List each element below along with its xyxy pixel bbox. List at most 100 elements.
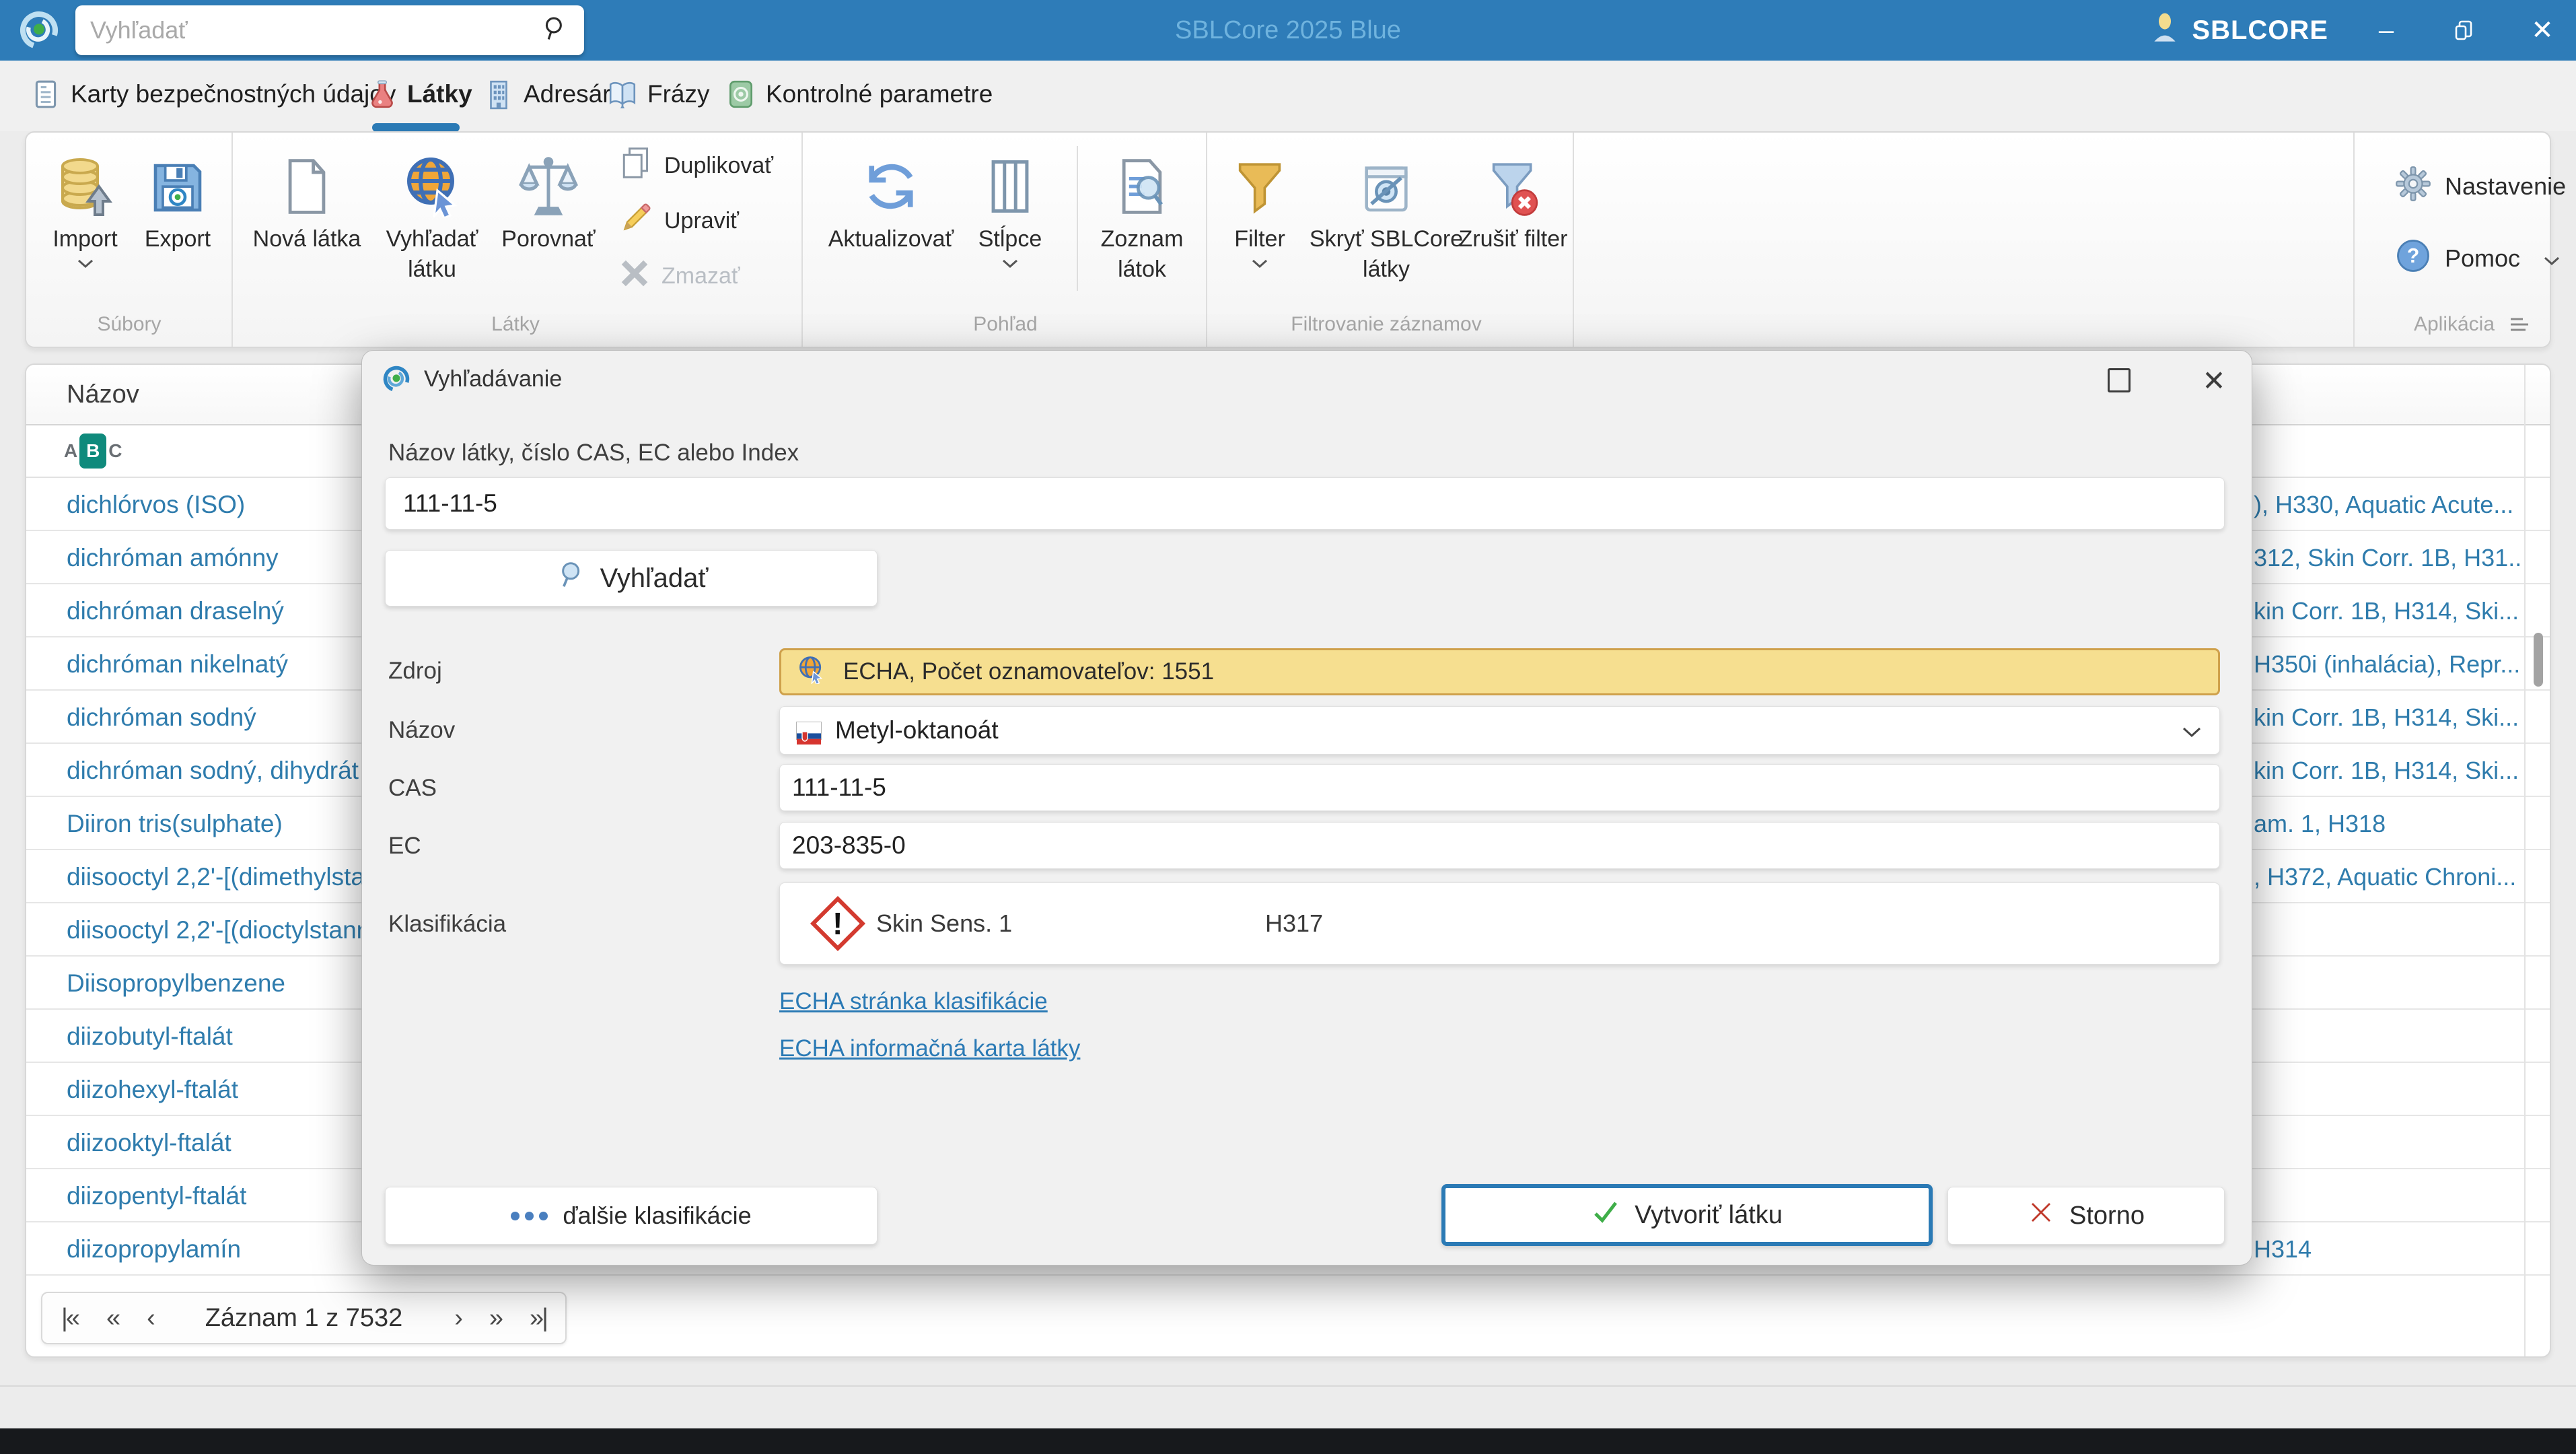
app-logo-icon [17,9,61,52]
export-button[interactable]: Export [127,147,228,254]
minimize-button[interactable]: – [2366,10,2406,50]
substance-name: diisooctyl 2,2'-[(dioctylstannyle [67,915,402,944]
filter-button[interactable]: Filter [1209,147,1310,273]
import-button[interactable]: Import [30,147,141,273]
first-page-button[interactable]: |« [61,1304,80,1333]
list-search-icon [1111,147,1173,217]
columns-button[interactable]: Stĺpce [950,147,1071,273]
global-search-input[interactable] [90,16,540,44]
more-dots-icon [511,1211,548,1220]
ribbon-button-label: Aktualizovať [828,226,954,252]
tab-label: Adresár [524,80,611,108]
substance-name: dichróman sodný, dihydrát [67,756,359,784]
tab-kontrolne-parametre[interactable]: Kontrolné parametre [725,61,993,128]
control-parameters-icon [725,79,756,110]
tab-karty-bezpecnostnych-udajov[interactable]: Karty bezpečnostných údajov [30,61,396,128]
substance-name: diizopropylamín [67,1235,242,1263]
abc-filter-icon: ABC [64,434,122,469]
nazov-label: Názov [388,717,456,743]
export-icon [148,147,207,217]
svg-text:?: ? [2407,245,2420,267]
name-dropdown[interactable]: Metyl-oktanoát [779,706,2220,755]
new-substance-button[interactable]: Nová látka [229,147,384,254]
source-result-field[interactable]: ECHA, Počet oznamovateľov: 1551 [779,648,2220,695]
hide-sblcore-substances-button[interactable]: Skryť SBLCore látky [1299,147,1474,285]
group-separator [1206,133,1207,347]
status-divider [0,1385,2576,1387]
clear-filter-icon [1484,147,1543,217]
ribbon-button-label: Import [52,226,118,252]
balance-scale-icon [517,147,579,217]
echa-infocard-link[interactable]: ECHA informačná karta látky [779,1035,1080,1062]
more-classifications-button[interactable]: ďalšie klasifikácie [385,1187,878,1245]
button-label: ďalšie klasifikácie [563,1202,752,1229]
hidden-eye-icon [1357,147,1416,217]
dialog-launcher-icon[interactable] [2509,316,2530,337]
dialog-close-button[interactable]: ✕ [2194,360,2234,401]
screen-bottom-bar [0,1428,2576,1454]
vertical-scrollbar[interactable] [2534,633,2543,687]
ec-input[interactable] [780,831,2219,860]
cancel-button[interactable]: Storno [1947,1187,2225,1245]
pencil-icon [618,201,653,242]
close-button[interactable]: ✕ [2522,10,2563,50]
search-term-input[interactable] [386,489,2224,518]
ribbon-button-label: Nastavenie [2445,172,2567,200]
substance-name: dichlórvos (ISO) [67,490,246,518]
clear-filter-button[interactable]: Zrušiť filter [1454,147,1572,254]
next-page-button[interactable]: › [454,1304,463,1333]
search-term-field[interactable] [385,477,2225,530]
group-label-pohlad: Pohľad [973,313,1038,335]
group-separator [1573,133,1574,347]
classification-fragment: kin Corr. 1B, H314, Ski... [2254,703,2519,731]
group-label-aplikacia: Aplikácia [2413,313,2495,335]
button-label: Vytvoriť látku [1635,1200,1783,1229]
klasifikacia-label: Klasifikácia [388,911,507,937]
fast-next-button[interactable]: » [489,1304,503,1333]
classification-fragment [2254,957,2523,1010]
classification-fragment [2254,1063,2523,1116]
cas-field[interactable] [779,764,2220,811]
book-icon [607,79,638,110]
classification-fragment: H350i (inhalácia), Repr... [2254,650,2521,678]
dialog-maximize-button[interactable] [2108,368,2131,392]
tab-adresar[interactable]: Adresár [483,61,611,128]
duplicate-icon [618,145,653,186]
help-button[interactable]: ? Pomoc [2395,237,2563,280]
ribbon-button-label: Zmazať [661,263,740,289]
search-field-label: Názov látky, číslo CAS, EC alebo Index [388,440,799,466]
delete-button[interactable]: Zmazať [618,253,807,299]
tab-latky[interactable]: Látky [367,61,472,128]
ribbon-button-label: Stĺpce [978,226,1042,252]
edit-button[interactable]: Upraviť [618,198,807,244]
help-icon: ? [2395,238,2431,280]
ec-field[interactable] [779,822,2220,869]
substance-list-button[interactable]: Zoznam látok [1085,147,1199,285]
restore-button[interactable] [2444,10,2484,50]
global-search-box[interactable] [75,5,584,55]
settings-button[interactable]: Nastavenie [2395,165,2567,208]
cas-input[interactable] [780,773,2219,802]
duplicate-button[interactable]: Duplikovať [618,143,807,188]
create-substance-button[interactable]: Vytvoriť látku [1441,1184,1933,1246]
dialog-search-button[interactable]: Vyhľadať [385,550,878,607]
chevron-down-icon [1251,258,1268,273]
record-counter: Záznam 1 z 7532 [205,1303,403,1332]
echa-classification-link[interactable]: ECHA stránka klasifikácie [779,988,1048,1015]
prev-page-button[interactable]: ‹ [147,1304,155,1333]
fast-prev-button[interactable]: « [106,1304,120,1333]
name-dropdown-value: Metyl-oktanoát [835,716,999,744]
button-label: Storno [2069,1201,2145,1230]
substance-name: diizopentyl-ftalát [67,1181,247,1210]
button-label: Vyhľadať [600,563,709,593]
compare-button[interactable]: Porovnať [481,147,616,254]
user-icon [2149,11,2181,50]
search-substance-button[interactable]: Vyhľadať látku [365,147,499,285]
user-account-button[interactable]: SBLCORE [2149,11,2328,50]
table-right-edge [2524,365,2526,1356]
search-icon[interactable] [540,14,569,47]
tab-frazy[interactable]: Frázy [607,61,710,128]
ribbon-button-label: Pomoc [2445,244,2521,272]
tab-label: Karty bezpečnostných údajov [71,80,396,108]
last-page-button[interactable]: »| [530,1304,548,1333]
